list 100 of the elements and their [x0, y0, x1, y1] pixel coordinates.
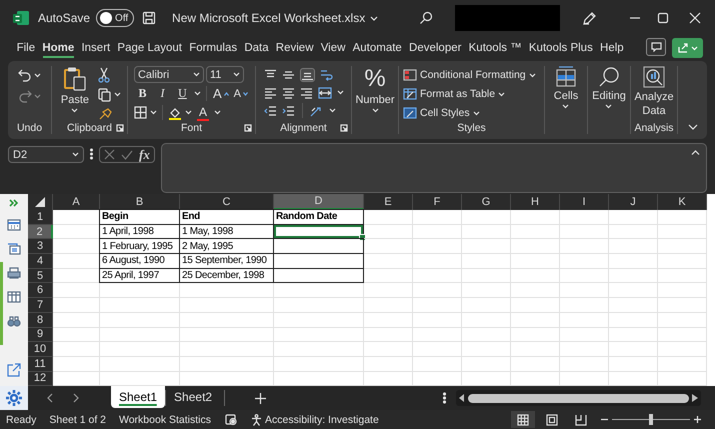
font-size-dropdown[interactable]: 11	[206, 66, 244, 83]
binoculars-icon[interactable]	[7, 315, 21, 327]
comments-button[interactable]	[646, 38, 666, 56]
column-header[interactable]: K	[658, 194, 707, 210]
caret-icon[interactable]	[214, 110, 221, 115]
share-button[interactable]	[672, 38, 703, 58]
menu-tab[interactable]: Kutools Plus	[525, 38, 596, 58]
row-header[interactable]: 10	[28, 342, 53, 357]
align-right-icon[interactable]	[300, 86, 312, 98]
row-header[interactable]: 4	[28, 254, 53, 269]
more-options-icon[interactable]	[443, 392, 446, 404]
cancel-icon[interactable]	[104, 149, 115, 160]
menu-tab[interactable]: Review	[272, 38, 318, 58]
menu-tab[interactable]: Data	[240, 38, 272, 58]
dialog-launcher-icon[interactable]	[340, 124, 348, 132]
menu-tab[interactable]: Developer	[405, 38, 466, 58]
file-name[interactable]: New Microsoft Excel Worksheet.xlsx	[172, 11, 378, 25]
increase-indent-icon[interactable]	[282, 104, 294, 116]
caret-icon[interactable]	[328, 108, 336, 113]
redo-button[interactable]	[17, 89, 42, 104]
window-list-icon[interactable]	[7, 243, 21, 255]
menu-tab[interactable]: Automate	[349, 38, 406, 58]
column-header[interactable]: E	[364, 194, 413, 210]
macro-recording-icon[interactable]	[225, 414, 238, 425]
borders-icon[interactable]	[134, 106, 147, 119]
zoom-in-icon[interactable]	[694, 416, 701, 423]
sheet-tab[interactable]: Sheet1	[111, 386, 166, 408]
maximize-icon[interactable]	[657, 12, 669, 24]
caret-icon[interactable]	[150, 110, 157, 115]
dialog-launcher-icon[interactable]	[244, 124, 252, 132]
caret-icon[interactable]	[114, 92, 122, 97]
chevron-down-icon[interactable]	[370, 16, 378, 20]
bold-button[interactable]: B	[134, 86, 151, 101]
menu-tab[interactable]: Formulas	[186, 38, 241, 58]
styles-menu-button[interactable]: Format as Table	[402, 85, 506, 103]
close-icon[interactable]	[689, 12, 701, 24]
underline-button[interactable]: U	[174, 86, 191, 101]
merge-center-icon[interactable]	[318, 86, 332, 98]
workbook-statistics[interactable]: Workbook Statistics	[119, 414, 212, 426]
autosave-toggle[interactable]: Off	[96, 9, 134, 27]
more-options-icon[interactable]	[90, 148, 93, 160]
save-icon[interactable]	[142, 11, 156, 25]
columns-icon[interactable]	[7, 291, 21, 303]
scroll-left-icon[interactable]	[459, 394, 465, 402]
caret-icon[interactable]	[184, 110, 192, 115]
sheet-tab[interactable]: Sheet2	[166, 386, 220, 408]
row-header[interactable]: 11	[28, 356, 53, 372]
column-header[interactable]: F	[413, 194, 462, 210]
column-header[interactable]: G	[462, 194, 511, 210]
menu-tab[interactable]: Kutools ™	[465, 38, 526, 58]
italic-button[interactable]: I	[154, 86, 171, 101]
decrease-indent-icon[interactable]	[264, 104, 276, 116]
collapse-icon[interactable]	[691, 150, 700, 155]
column-header[interactable]: B	[100, 194, 180, 210]
align-left-icon[interactable]	[264, 86, 276, 98]
column-header[interactable]: J	[609, 194, 658, 210]
row-header[interactable]: 12	[28, 372, 53, 386]
menu-tab[interactable]: View	[317, 38, 350, 58]
row-header[interactable]: 9	[28, 328, 53, 342]
name-box[interactable]: D2	[8, 146, 84, 163]
accessibility-status[interactable]: Accessibility: Investigate	[265, 414, 379, 426]
horizontal-scrollbar[interactable]	[456, 390, 701, 406]
normal-view-button[interactable]	[511, 411, 535, 428]
editing-button[interactable]: Editing	[589, 66, 629, 109]
column-header[interactable]: D	[274, 194, 364, 210]
row-header[interactable]: 6	[28, 283, 53, 298]
formula-field[interactable]	[160, 143, 707, 193]
row-header[interactable]: 8	[28, 312, 53, 328]
column-header[interactable]: C	[180, 194, 274, 210]
format-painter-icon[interactable]	[98, 106, 112, 120]
cut-icon[interactable]	[98, 67, 110, 83]
pen-icon[interactable]	[582, 10, 597, 26]
add-sheet-icon[interactable]	[255, 392, 266, 404]
previous-sheet-icon[interactable]	[46, 393, 53, 403]
next-sheet-icon[interactable]	[73, 393, 80, 403]
insert-function-button[interactable]: fx	[139, 146, 150, 162]
column-header[interactable]: H	[511, 194, 560, 210]
copy-icon[interactable]	[98, 88, 112, 102]
search-icon[interactable]	[419, 11, 433, 25]
row-header[interactable]: 1	[28, 210, 53, 225]
number-button[interactable]: % Number	[352, 66, 398, 113]
export-icon[interactable]	[7, 363, 21, 377]
caret-icon[interactable]	[34, 73, 41, 78]
row-header[interactable]: 3	[28, 239, 53, 254]
paste-button[interactable]: Paste	[58, 66, 92, 120]
align-bottom-button[interactable]	[300, 68, 314, 82]
align-center-icon[interactable]	[282, 86, 294, 98]
calendar-icon[interactable]	[7, 219, 21, 231]
orientation-icon[interactable]	[310, 104, 324, 116]
caret-icon[interactable]	[194, 91, 201, 96]
font-name-dropdown[interactable]: Calibri	[134, 66, 204, 83]
collapse-ribbon-icon[interactable]	[688, 124, 698, 130]
zoom-slider-thumb[interactable]	[649, 414, 653, 425]
wrap-text-icon[interactable]	[320, 68, 332, 81]
column-header[interactable]: A	[53, 194, 100, 210]
dialog-launcher-icon[interactable]	[116, 124, 124, 132]
font-color-button[interactable]: A	[194, 104, 211, 120]
styles-menu-button[interactable]: Conditional Formatting	[402, 66, 537, 84]
analyze-data-button[interactable]: Analyze Data	[632, 66, 676, 118]
grow-font-button[interactable]: A	[212, 85, 230, 102]
